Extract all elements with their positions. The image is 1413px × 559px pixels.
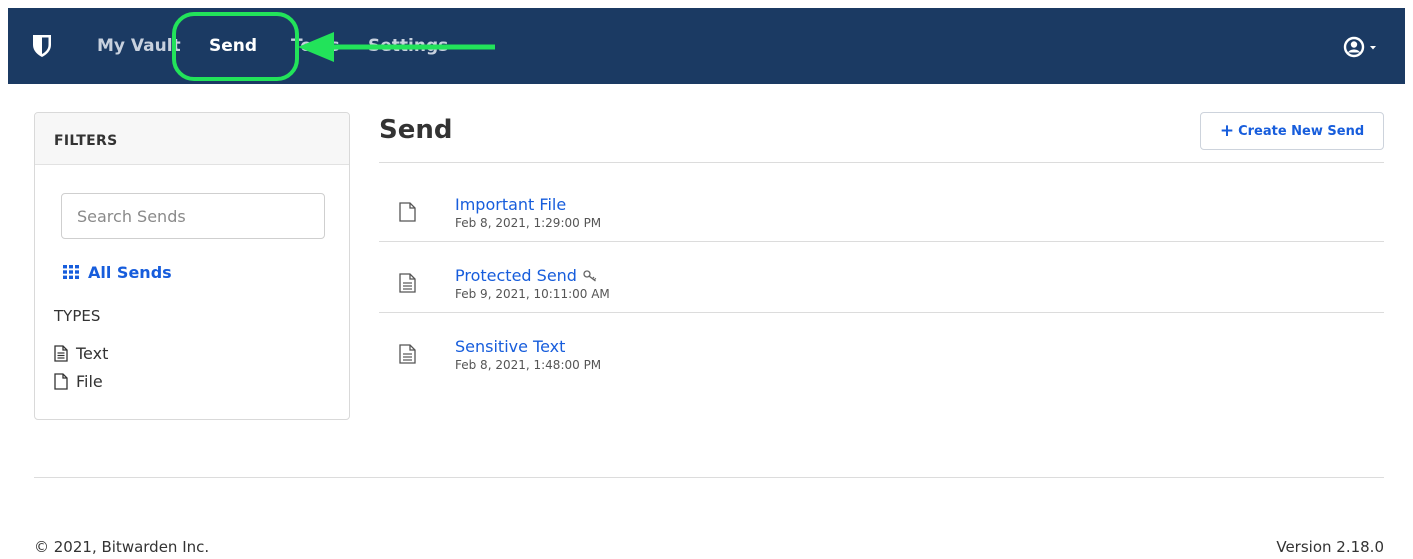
all-sends-label: All Sends (88, 262, 172, 282)
type-text-label: Text (76, 343, 109, 363)
nav-tools[interactable]: Tools (291, 8, 340, 84)
filter-type-text[interactable]: Text (54, 342, 108, 364)
footer-copyright: © 2021, Bitwarden Inc. (34, 538, 210, 556)
types-heading: TYPES (54, 307, 101, 325)
key-icon (583, 269, 597, 282)
create-new-send-label: Create New Send (1238, 123, 1365, 139)
page-title: Send (379, 115, 453, 145)
text-file-icon (399, 273, 416, 293)
filter-type-file[interactable]: File (54, 370, 103, 392)
send-name-link[interactable]: Protected Send (455, 266, 598, 285)
send-date: Feb 9, 2021, 10:11:00 AM (455, 287, 610, 301)
grid-icon (63, 265, 79, 279)
send-list-item[interactable]: Important File Feb 8, 2021, 1:29:00 PM (379, 170, 1384, 242)
bitwarden-shield-logo[interactable] (32, 34, 52, 58)
filter-all-sends[interactable]: All Sends (63, 261, 172, 283)
footer-version: Version 2.18.0 (1276, 538, 1384, 556)
text-file-icon (54, 344, 68, 362)
account-menu-button[interactable] (1343, 36, 1383, 58)
send-date: Feb 8, 2021, 1:48:00 PM (455, 358, 602, 372)
user-circle-icon (1343, 36, 1365, 58)
footer-divider (34, 477, 1384, 478)
nav-send[interactable]: Send (209, 8, 257, 84)
filters-header: FILTERS (35, 113, 349, 165)
send-list-item[interactable]: Sensitive Text Feb 8, 2021, 1:48:00 PM (379, 312, 1384, 384)
filters-panel: FILTERS All Sends TYPES Text File (34, 112, 350, 420)
send-name-link[interactable]: Important File (455, 195, 566, 214)
caret-down-icon (1370, 46, 1376, 50)
create-new-send-button[interactable]: + Create New Send (1200, 112, 1384, 150)
send-list-item[interactable]: Protected Send Feb 9, 2021, 10:11:00 AM (379, 241, 1384, 313)
top-navbar: My Vault Send Tools Settings (8, 8, 1405, 84)
text-file-icon (399, 344, 416, 364)
search-sends-input[interactable] (61, 193, 325, 239)
nav-settings[interactable]: Settings (368, 8, 448, 84)
send-name-link[interactable]: Sensitive Text (455, 337, 565, 356)
file-icon (399, 202, 416, 222)
type-file-label: File (76, 371, 103, 391)
title-divider (379, 162, 1384, 163)
plus-icon: + (1219, 120, 1235, 141)
file-icon (54, 372, 68, 390)
send-date: Feb 8, 2021, 1:29:00 PM (455, 216, 602, 230)
nav-my-vault[interactable]: My Vault (97, 8, 181, 84)
